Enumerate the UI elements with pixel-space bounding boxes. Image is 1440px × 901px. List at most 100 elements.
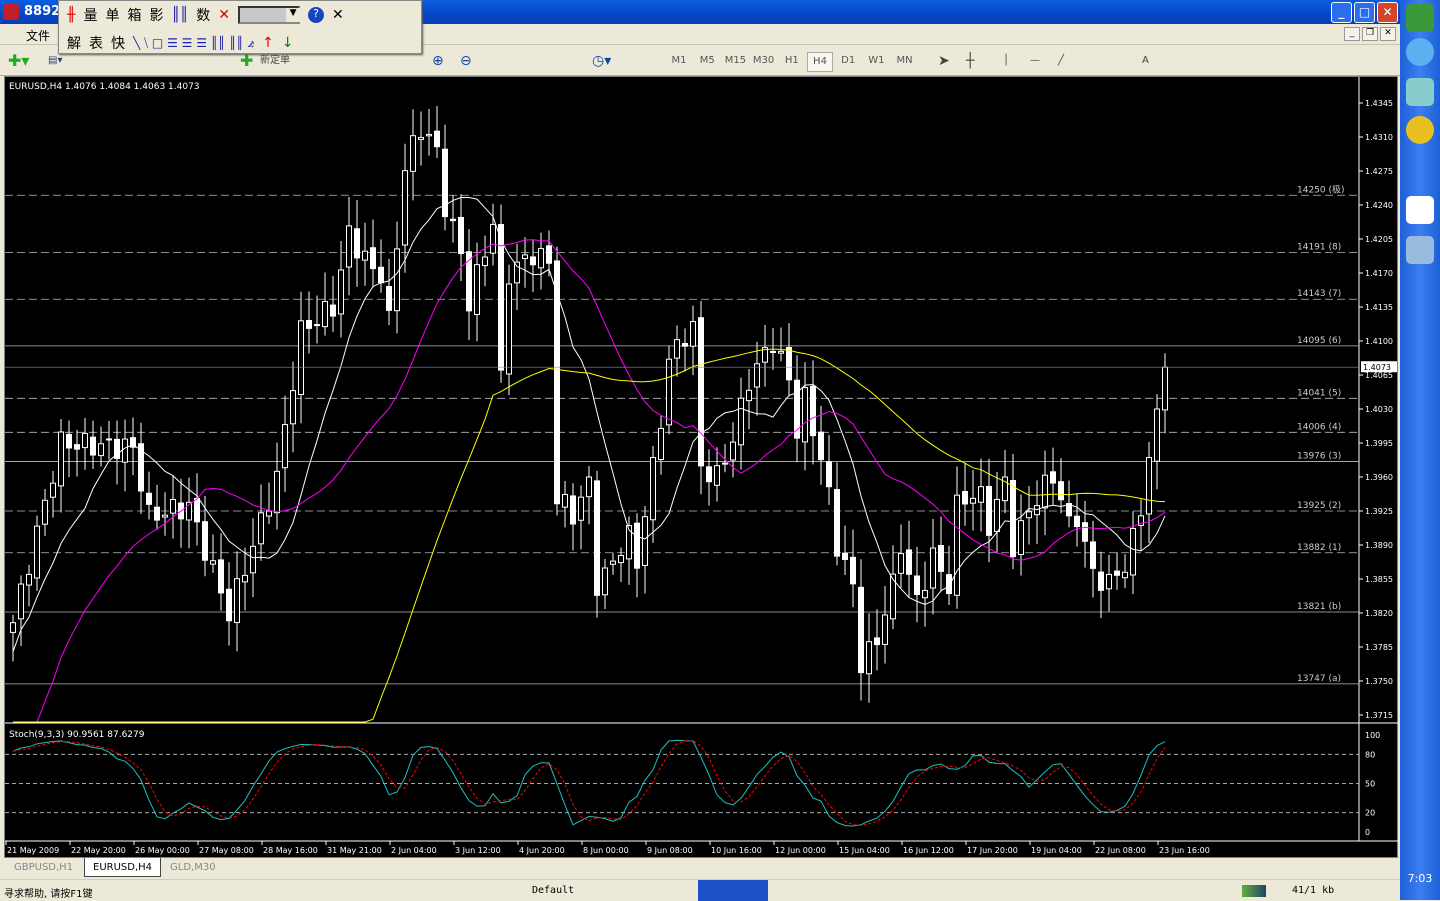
candle-body (90, 436, 96, 456)
help-icon[interactable]: ? (308, 7, 325, 23)
candle-body (770, 350, 776, 354)
candle-body (818, 431, 824, 461)
timeframe-mn[interactable]: MN (892, 52, 918, 70)
ft-btn-1[interactable]: 量 (83, 5, 97, 25)
candle-body (1114, 570, 1120, 576)
color-combo[interactable] (238, 6, 301, 24)
candle-body (674, 339, 680, 359)
candle-body (826, 461, 832, 488)
candle-body (930, 547, 936, 589)
ft-btn-2[interactable]: 单 (105, 5, 119, 25)
ft-btn-7[interactable]: 表 (89, 33, 103, 53)
candle-body (274, 470, 280, 514)
vertical-line-icon[interactable]: │ (1003, 51, 1009, 71)
trendline-icon[interactable]: ╱ (1058, 51, 1064, 71)
candles-icon[interactable]: ╫ (67, 7, 75, 23)
cursor-icon[interactable]: ➤ (938, 51, 950, 71)
maximize-button[interactable]: □ (1354, 2, 1375, 23)
arrow-up-icon[interactable]: ↑ (262, 35, 274, 51)
periods-clock-icon[interactable]: ◷▾ (592, 51, 611, 71)
timeframe-w1[interactable]: W1 (863, 52, 889, 70)
candle-body (522, 254, 528, 260)
candle-body (602, 567, 608, 596)
candle-body (898, 553, 904, 574)
candle-body (1106, 573, 1112, 590)
app-icon-4[interactable] (1406, 196, 1434, 224)
candle-body (970, 497, 976, 504)
crosshair-icon[interactable]: ┼ (966, 51, 974, 71)
stoch-tick-label: 0 (1365, 828, 1370, 837)
candle-body (290, 390, 296, 425)
horizontal-line-icon[interactable]: — (1030, 51, 1040, 71)
status-help: 寻求帮助, 请按F1键 (4, 889, 93, 900)
price-tick-label: 1.3785 (1365, 643, 1393, 652)
mdi-close-button[interactable]: ✕ (1380, 27, 1396, 41)
tab-eurusd-h4[interactable]: EURUSD,H4 (84, 858, 162, 877)
ma-line-10 (12, 197, 1166, 652)
price-chart[interactable]: EURUSD,H4 1.4076 1.4084 1.4063 1.4073 1.… (5, 77, 1399, 859)
bars-icon[interactable]: ║║ (171, 7, 188, 23)
candle-body (170, 499, 176, 514)
candle-body (1074, 515, 1080, 528)
candle-body (346, 225, 352, 268)
float-close-button[interactable]: ✕ (332, 7, 344, 23)
candle-body (314, 324, 320, 327)
app-icon-3[interactable] (1406, 116, 1434, 144)
mdi-restore-button[interactable]: ❐ (1362, 27, 1378, 41)
candle-body (98, 443, 104, 457)
timeframe-m5[interactable]: M5 (694, 52, 720, 70)
fib-level-label: 14191 (8) (1297, 243, 1341, 253)
candle-body (618, 555, 624, 564)
profiles-icon[interactable]: ▤▾ (48, 51, 62, 71)
cross-icon[interactable]: ✕ (218, 7, 230, 23)
price-tick-label: 1.3750 (1365, 677, 1393, 686)
time-label: 17 Jun 20:00 (967, 846, 1018, 855)
app-icon-5[interactable] (1406, 236, 1434, 264)
candle-body (738, 397, 744, 446)
mdi-minimize-button[interactable]: _ (1344, 27, 1360, 41)
start-icon[interactable] (1406, 4, 1434, 32)
new-chart-icon[interactable]: ✚▾ (8, 51, 29, 71)
ie-icon[interactable] (1406, 38, 1434, 66)
ft-btn-8[interactable]: 快 (111, 33, 125, 53)
candle-body (922, 590, 928, 599)
timeframe-h4[interactable]: H4 (807, 52, 833, 72)
timeframe-d1[interactable]: D1 (835, 52, 861, 70)
candle-body (362, 250, 368, 261)
price-tick-label: 1.3715 (1365, 711, 1393, 720)
ime-bar[interactable] (698, 880, 768, 901)
candle-body (1122, 571, 1128, 579)
timeframe-h1[interactable]: H1 (779, 52, 805, 70)
close-button[interactable]: ✕ (1377, 2, 1398, 23)
timeframe-m1[interactable]: M1 (666, 52, 692, 70)
timeframe-m30[interactable]: M30 (751, 52, 777, 70)
candle-body (450, 218, 456, 222)
chart-window[interactable]: EURUSD,H4 1.4076 1.4084 1.4063 1.4073 1.… (4, 76, 1399, 859)
zoom-in-icon[interactable]: ⊕ (432, 51, 444, 71)
candle-body (658, 427, 664, 461)
tab-gld-m30[interactable]: GLD,M30 (162, 858, 224, 877)
new-order-icon[interactable]: ✚ (240, 51, 253, 71)
status-profile: Default (532, 885, 575, 896)
app-icon-2[interactable] (1406, 78, 1434, 106)
ft-btn-5[interactable]: 数 (196, 5, 210, 25)
timeframe-m15[interactable]: M15 (722, 52, 748, 70)
new-order-button[interactable]: 新定单 (260, 51, 290, 71)
zoom-out-icon[interactable]: ⊖ (460, 51, 472, 71)
time-label: 22 May 20:00 (71, 846, 126, 855)
time-label: 26 May 00:00 (135, 846, 190, 855)
candle-body (698, 317, 704, 467)
ft-btn-6[interactable]: 解 (67, 33, 81, 53)
text-tool[interactable]: A (1142, 51, 1149, 71)
menu-file[interactable]: 文件 (26, 27, 50, 44)
time-label: 8 Jun 00:00 (583, 846, 629, 855)
ft-btn-4[interactable]: 影 (149, 5, 163, 25)
candle-body (914, 575, 920, 595)
candle-body (634, 522, 640, 569)
drawing-tools-icons[interactable]: ╲ ⧹ □ ☰ ☰ ☰ ║║ ║║ ⦨ (133, 36, 254, 51)
tab-gbpusd-h1[interactable]: GBPUSD,H1 (6, 858, 81, 877)
candle-body (370, 247, 376, 270)
minimize-button[interactable]: _ (1331, 2, 1352, 23)
arrow-down-icon[interactable]: ↓ (282, 35, 294, 51)
ft-btn-3[interactable]: 箱 (127, 5, 141, 25)
